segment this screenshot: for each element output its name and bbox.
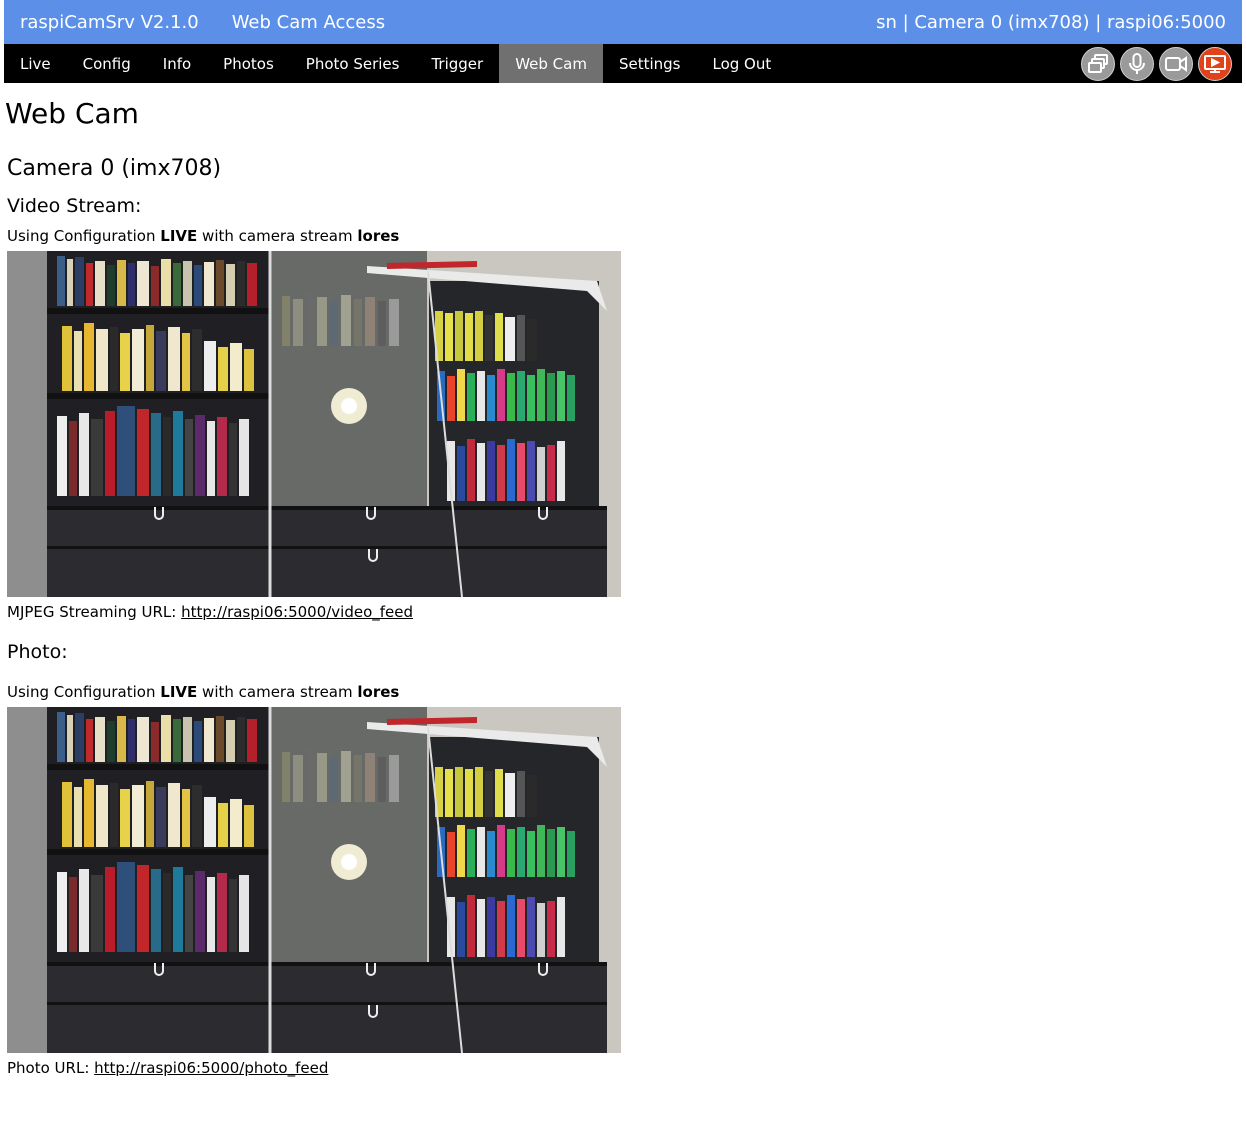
camera-heading: Camera 0 (imx708) [7, 156, 222, 181]
microphone-icon[interactable] [1120, 46, 1154, 81]
app-header: raspiCamSrv V2.1.0 Web Cam Access sn | C… [4, 0, 1242, 44]
photo-config-line: Using Configuration LIVE with camera str… [7, 683, 399, 701]
app-name: raspiCamSrv V2.1.0 [20, 11, 199, 33]
nav-item-config[interactable]: Config [67, 44, 147, 83]
config-prefix: Using Configuration [7, 683, 156, 701]
video-feed-link[interactable]: http://raspi06:5000/video_feed [181, 603, 413, 621]
page-title: Web Cam [5, 97, 139, 130]
nav-item-trigger[interactable]: Trigger [415, 44, 499, 83]
nav-icon-group [1081, 44, 1232, 83]
photo-url-label: Photo URL: [7, 1059, 90, 1077]
nav-item-web-cam[interactable]: Web Cam [499, 44, 603, 83]
video-stream-image [7, 251, 621, 597]
config-mid: with camera stream [202, 227, 353, 245]
nav-item-photos[interactable]: Photos [207, 44, 290, 83]
status-text: sn | Camera 0 (imx708) | raspi06:5000 [876, 11, 1226, 33]
main-nav: Live Config Info Photos Photo Series Tri… [4, 44, 1242, 83]
video-url-label: MJPEG Streaming URL: [7, 603, 177, 621]
video-config-line: Using Configuration LIVE with camera str… [7, 227, 399, 245]
nav-item-info[interactable]: Info [147, 44, 207, 83]
config-mid: with camera stream [202, 683, 353, 701]
photo-feed-link[interactable]: http://raspi06:5000/photo_feed [94, 1059, 328, 1077]
photo-url-line: Photo URL: http://raspi06:5000/photo_fee… [7, 1059, 328, 1077]
video-url-line: MJPEG Streaming URL: http://raspi06:5000… [7, 603, 413, 621]
nav-item-live[interactable]: Live [4, 44, 67, 83]
nav-item-settings[interactable]: Settings [603, 44, 697, 83]
config-prefix: Using Configuration [7, 227, 156, 245]
nav-item-log-out[interactable]: Log Out [696, 44, 787, 83]
photo-image [7, 707, 621, 1053]
config-name: LIVE [160, 683, 198, 701]
config-name: LIVE [160, 227, 198, 245]
video-stream-heading: Video Stream: [7, 195, 142, 217]
nav-item-photo-series[interactable]: Photo Series [290, 44, 416, 83]
photo-heading: Photo: [7, 641, 68, 663]
video-camera-icon[interactable] [1159, 46, 1193, 81]
stream-name: lores [357, 227, 400, 245]
app-subtitle: Web Cam Access [231, 11, 386, 33]
stream-name: lores [357, 683, 400, 701]
screen-record-icon[interactable] [1198, 46, 1232, 81]
windows-icon[interactable] [1081, 46, 1115, 81]
